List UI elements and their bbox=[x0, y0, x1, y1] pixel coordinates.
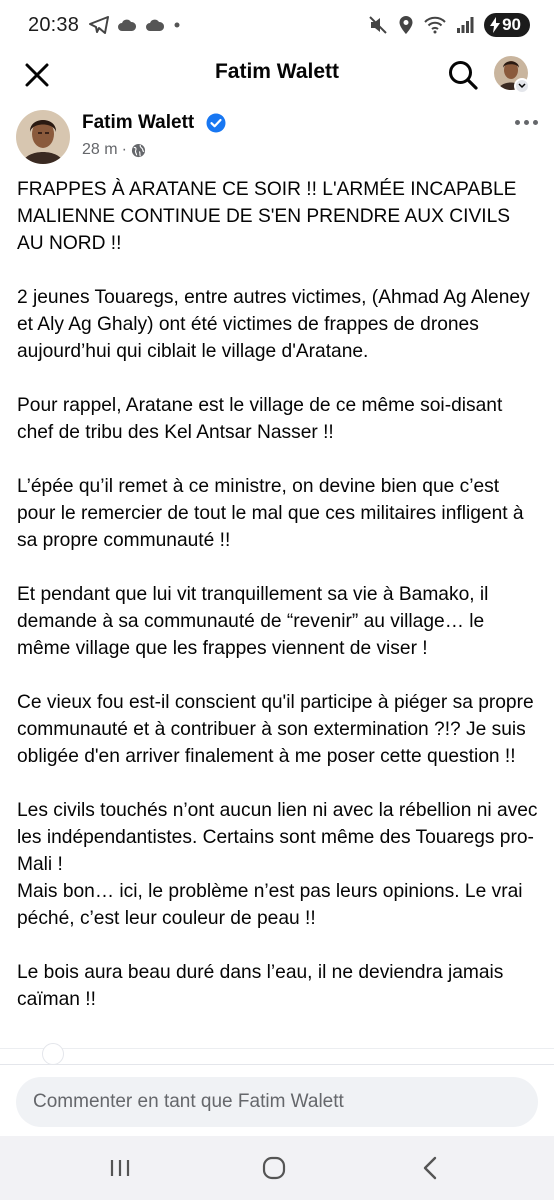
battery-level: 90 bbox=[502, 15, 521, 34]
close-button[interactable] bbox=[20, 58, 54, 92]
telegram-icon bbox=[89, 16, 110, 34]
cloud-icon bbox=[146, 19, 165, 31]
author-name[interactable]: Fatim Walett bbox=[82, 112, 194, 134]
mute-icon bbox=[369, 16, 387, 34]
close-icon bbox=[25, 63, 49, 87]
signal-icon bbox=[457, 17, 474, 33]
recent-apps-button[interactable] bbox=[100, 1154, 140, 1182]
app-header: Fatim Walett bbox=[0, 50, 554, 98]
dot-icon bbox=[514, 119, 520, 125]
reaction-icon bbox=[42, 1043, 64, 1065]
post-paragraph: Et pendant que lui vit tranquillement sa… bbox=[17, 584, 489, 659]
chevron-down-icon bbox=[514, 78, 530, 94]
charging-icon bbox=[490, 17, 501, 33]
post-paragraph: Pour rappel, Aratane est le village de c… bbox=[17, 395, 503, 443]
post-paragraph: Le bois aura beau duré dans l’eau, il ne… bbox=[17, 962, 504, 1010]
battery-icon: 90 bbox=[484, 13, 530, 37]
verified-badge-icon bbox=[206, 113, 226, 133]
post-paragraph: FRAPPES À ARATANE CE SOIR !! L'ARMÉE INC… bbox=[17, 179, 517, 254]
wifi-icon bbox=[424, 16, 446, 34]
post-paragraph: Ce vieux fou est-il conscient qu'il part… bbox=[17, 692, 534, 767]
status-time: 20:38 bbox=[28, 13, 80, 36]
globe-icon bbox=[131, 143, 145, 157]
dot-icon bbox=[532, 119, 538, 125]
status-bar: 20:38 90 bbox=[0, 0, 554, 50]
dot-icon bbox=[174, 22, 180, 28]
author-avatar[interactable] bbox=[16, 110, 70, 164]
post-meta: 28 m · bbox=[82, 141, 146, 159]
home-button[interactable] bbox=[254, 1154, 294, 1182]
comment-input[interactable]: Commenter en tant que Fatim Walett bbox=[16, 1077, 538, 1127]
post-time[interactable]: 28 m bbox=[82, 141, 118, 159]
meta-separator: · bbox=[121, 141, 127, 158]
comment-bar: Commenter en tant que Fatim Walett bbox=[0, 1064, 554, 1136]
post-paragraph: Les civils touchés n’ont aucun lien ni a… bbox=[17, 800, 538, 929]
more-options-button[interactable] bbox=[510, 110, 542, 134]
status-left-icons bbox=[89, 16, 181, 34]
back-icon bbox=[423, 1156, 437, 1180]
dot-icon bbox=[523, 119, 529, 125]
search-icon bbox=[449, 61, 478, 90]
back-button[interactable] bbox=[410, 1154, 450, 1182]
location-icon bbox=[399, 16, 413, 34]
post-body: FRAPPES À ARATANE CE SOIR !! L'ARMÉE INC… bbox=[17, 176, 539, 1040]
post-paragraph: 2 jeunes Touaregs, entre autres victimes… bbox=[17, 287, 530, 362]
status-right-icons: 90 bbox=[368, 13, 530, 37]
post-paragraph: L’épée qu’il remet à ce ministre, on dev… bbox=[17, 476, 524, 551]
home-icon bbox=[262, 1156, 286, 1180]
search-button[interactable] bbox=[444, 56, 482, 94]
cloud-icon bbox=[118, 19, 137, 31]
recent-apps-icon bbox=[110, 1160, 130, 1176]
post-header: Fatim Walett 28 m · bbox=[16, 108, 538, 168]
avatar-image bbox=[16, 110, 70, 164]
system-nav-bar bbox=[0, 1136, 554, 1200]
